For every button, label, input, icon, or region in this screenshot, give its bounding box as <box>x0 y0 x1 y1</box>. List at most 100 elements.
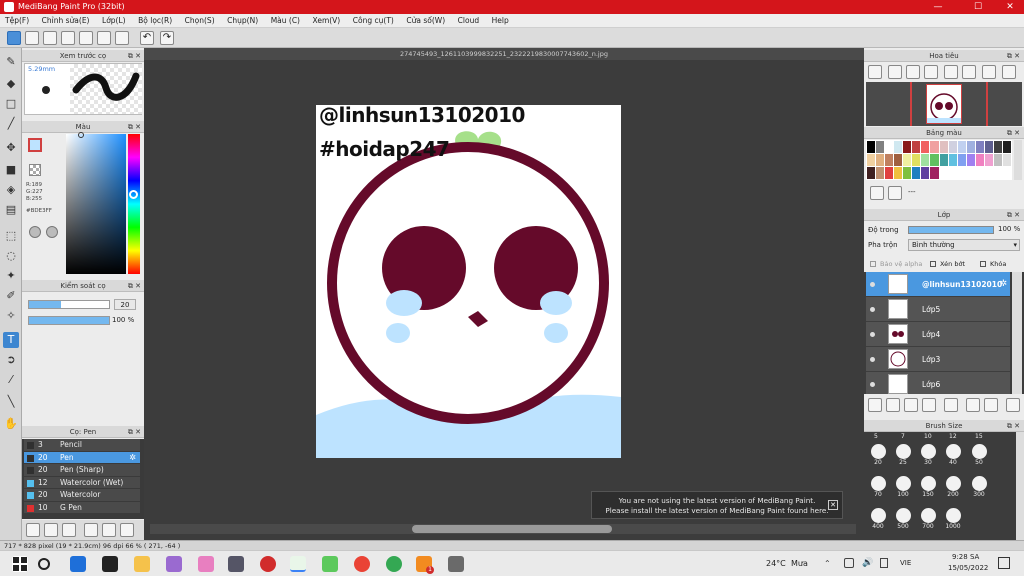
pen-tool-icon[interactable]: ╱ <box>3 116 19 132</box>
palette-scrollbar[interactable] <box>1014 140 1022 180</box>
panel-controls-icon[interactable]: ⧉ ✕ <box>1007 127 1020 139</box>
comment-icon[interactable] <box>43 31 57 45</box>
menu-edit[interactable]: Chỉnh sửa(E) <box>37 14 95 28</box>
layer-opacity-slider[interactable] <box>908 226 994 234</box>
menu-filter[interactable]: Bộ lọc(R) <box>133 14 177 28</box>
visibility-eye-icon[interactable] <box>870 357 875 362</box>
add-layer-icon[interactable] <box>904 398 918 412</box>
operation-tool-icon[interactable]: ➲ <box>3 352 19 368</box>
settings-gear-icon[interactable]: ✲ <box>129 452 136 465</box>
record-icon[interactable] <box>260 556 276 572</box>
color-picker-cursor[interactable] <box>78 132 84 138</box>
brush-size-preset[interactable]: 100 <box>891 476 915 498</box>
clipping-checkbox[interactable] <box>930 261 936 267</box>
visibility-eye-icon[interactable] <box>870 332 875 337</box>
chrome-icon[interactable] <box>354 556 370 572</box>
close-button[interactable]: ✕ <box>1000 0 1020 14</box>
redo-icon[interactable]: ↷ <box>160 31 174 45</box>
taskbar-app-icon[interactable] <box>102 556 118 572</box>
brush-size-value[interactable]: 20 <box>114 299 136 310</box>
maximize-button[interactable]: ☐ <box>968 0 988 14</box>
tray-chevron-icon[interactable]: ⌃ <box>824 559 831 568</box>
brush-size-preset[interactable]: 700 <box>916 508 940 530</box>
brush-size-scrollbar[interactable] <box>1016 432 1024 540</box>
add-palette-icon[interactable] <box>870 186 884 200</box>
menu-help[interactable]: Help <box>487 14 514 28</box>
volume-icon[interactable]: 🔊 <box>862 558 873 568</box>
size-label[interactable]: 12 <box>949 433 957 440</box>
brush-item[interactable]: 3 Pencil <box>24 439 140 452</box>
color-wheel-icon[interactable] <box>46 226 58 238</box>
settings-gear-icon[interactable]: ✲ <box>999 272 1007 297</box>
grid-icon[interactable] <box>79 31 93 45</box>
add-brush-icon[interactable] <box>44 523 58 537</box>
lock-checkbox[interactable] <box>980 261 986 267</box>
move-tool-icon[interactable]: ✥ <box>3 140 19 156</box>
size-label[interactable]: 15 <box>975 433 983 440</box>
horizontal-scrollbar[interactable] <box>150 524 856 534</box>
select-pen-icon[interactable]: ✐ <box>3 288 19 304</box>
panel-icon[interactable] <box>61 31 75 45</box>
menu-file[interactable]: Tệp(F) <box>0 14 34 28</box>
notifications-icon[interactable] <box>998 557 1010 569</box>
select-tool-icon[interactable]: ⬚ <box>3 228 19 244</box>
layer-row[interactable]: Lớp3 <box>866 347 1010 372</box>
new-layer-alt-icon[interactable] <box>886 398 900 412</box>
brush-doc-icon[interactable] <box>84 523 98 537</box>
panel-controls-icon[interactable]: ⧉ ✕ <box>1007 420 1020 432</box>
panel-controls-icon[interactable]: ⧉ ✕ <box>128 121 141 133</box>
taskbar-app-icon[interactable] <box>70 556 86 572</box>
layer-row[interactable]: Lớp4 <box>866 322 1010 347</box>
menu-layer[interactable]: Lớp(L) <box>97 14 131 28</box>
size-label[interactable]: 5 <box>874 433 878 440</box>
brush-item-selected[interactable]: 20 Pen ✲ <box>24 451 140 465</box>
select-eraser-icon[interactable]: ✧ <box>3 308 19 324</box>
brush-size-preset[interactable]: 40 <box>941 444 965 466</box>
brush-size-preset[interactable]: 25 <box>891 444 915 466</box>
visibility-eye-icon[interactable] <box>870 282 875 287</box>
panel-controls-icon[interactable]: ⧉ ✕ <box>128 50 141 62</box>
taskbar-app-icon[interactable] <box>166 556 182 572</box>
rotate-left-icon[interactable] <box>944 65 958 79</box>
protect-alpha-checkbox[interactable] <box>870 261 876 267</box>
zoom-actual-icon[interactable] <box>924 65 938 79</box>
taskbar-app-icon[interactable] <box>322 556 338 572</box>
menu-select[interactable]: Chọn(S) <box>180 14 220 28</box>
clock-time[interactable]: 9:28 SA <box>952 553 979 561</box>
brush-size-preset[interactable]: 1000 <box>941 508 965 530</box>
delete-palette-icon[interactable] <box>888 186 902 200</box>
battery-icon[interactable] <box>880 558 888 568</box>
export-icon[interactable] <box>25 31 39 45</box>
visibility-eye-icon[interactable] <box>870 307 875 312</box>
dot-tool-icon[interactable]: □ <box>3 96 19 112</box>
taskbar-app-icon[interactable]: 1 <box>416 556 434 574</box>
brush-size-preset[interactable]: 500 <box>891 508 915 530</box>
layer-scrollbar[interactable] <box>1012 272 1022 394</box>
reset-rotate-icon[interactable] <box>982 65 996 79</box>
brush-opacity-slider[interactable] <box>28 316 110 325</box>
panel-controls-icon[interactable]: ⧉ ✕ <box>1007 209 1020 221</box>
layer-row-selected[interactable]: @linhsun13102010 ✲ <box>866 272 1010 297</box>
rotate-right-icon[interactable] <box>962 65 976 79</box>
update-notification[interactable]: You are not using the latest version of … <box>591 491 843 519</box>
document-tab[interactable]: 274745493_1261103999832251_2322219830007… <box>144 48 864 60</box>
scrollbar-thumb[interactable] <box>412 525 612 533</box>
fill-tool-icon[interactable]: ◈ <box>3 182 19 198</box>
layer-options-icon[interactable] <box>922 398 936 412</box>
brush-item[interactable]: 10 G Pen <box>24 501 140 514</box>
menu-color[interactable]: Màu (C) <box>266 14 305 28</box>
eraser-tool-icon[interactable]: ◆ <box>3 76 19 92</box>
menu-snap[interactable]: Chụp(N) <box>222 14 263 28</box>
weather-condition[interactable]: Mưa <box>791 559 808 568</box>
medibang-taskbar-icon[interactable] <box>290 556 306 572</box>
menu-cloud[interactable]: Cloud <box>453 14 484 28</box>
brush-item[interactable]: 20 Pen (Sharp) <box>24 464 140 477</box>
brush-size-preset[interactable]: 400 <box>866 508 890 530</box>
gradient-tool-icon[interactable]: ▤ <box>3 202 19 218</box>
flip-icon[interactable] <box>1002 65 1016 79</box>
panel-controls-icon[interactable]: ⧉ ✕ <box>128 280 141 292</box>
brush-tool-icon[interactable]: ✎ <box>3 54 19 70</box>
language-indicator[interactable]: VIE <box>900 559 911 567</box>
panel-controls-icon[interactable]: ⧉ ✕ <box>128 426 141 438</box>
brush-item[interactable]: 12 Watercolor (Wet) <box>24 476 140 489</box>
